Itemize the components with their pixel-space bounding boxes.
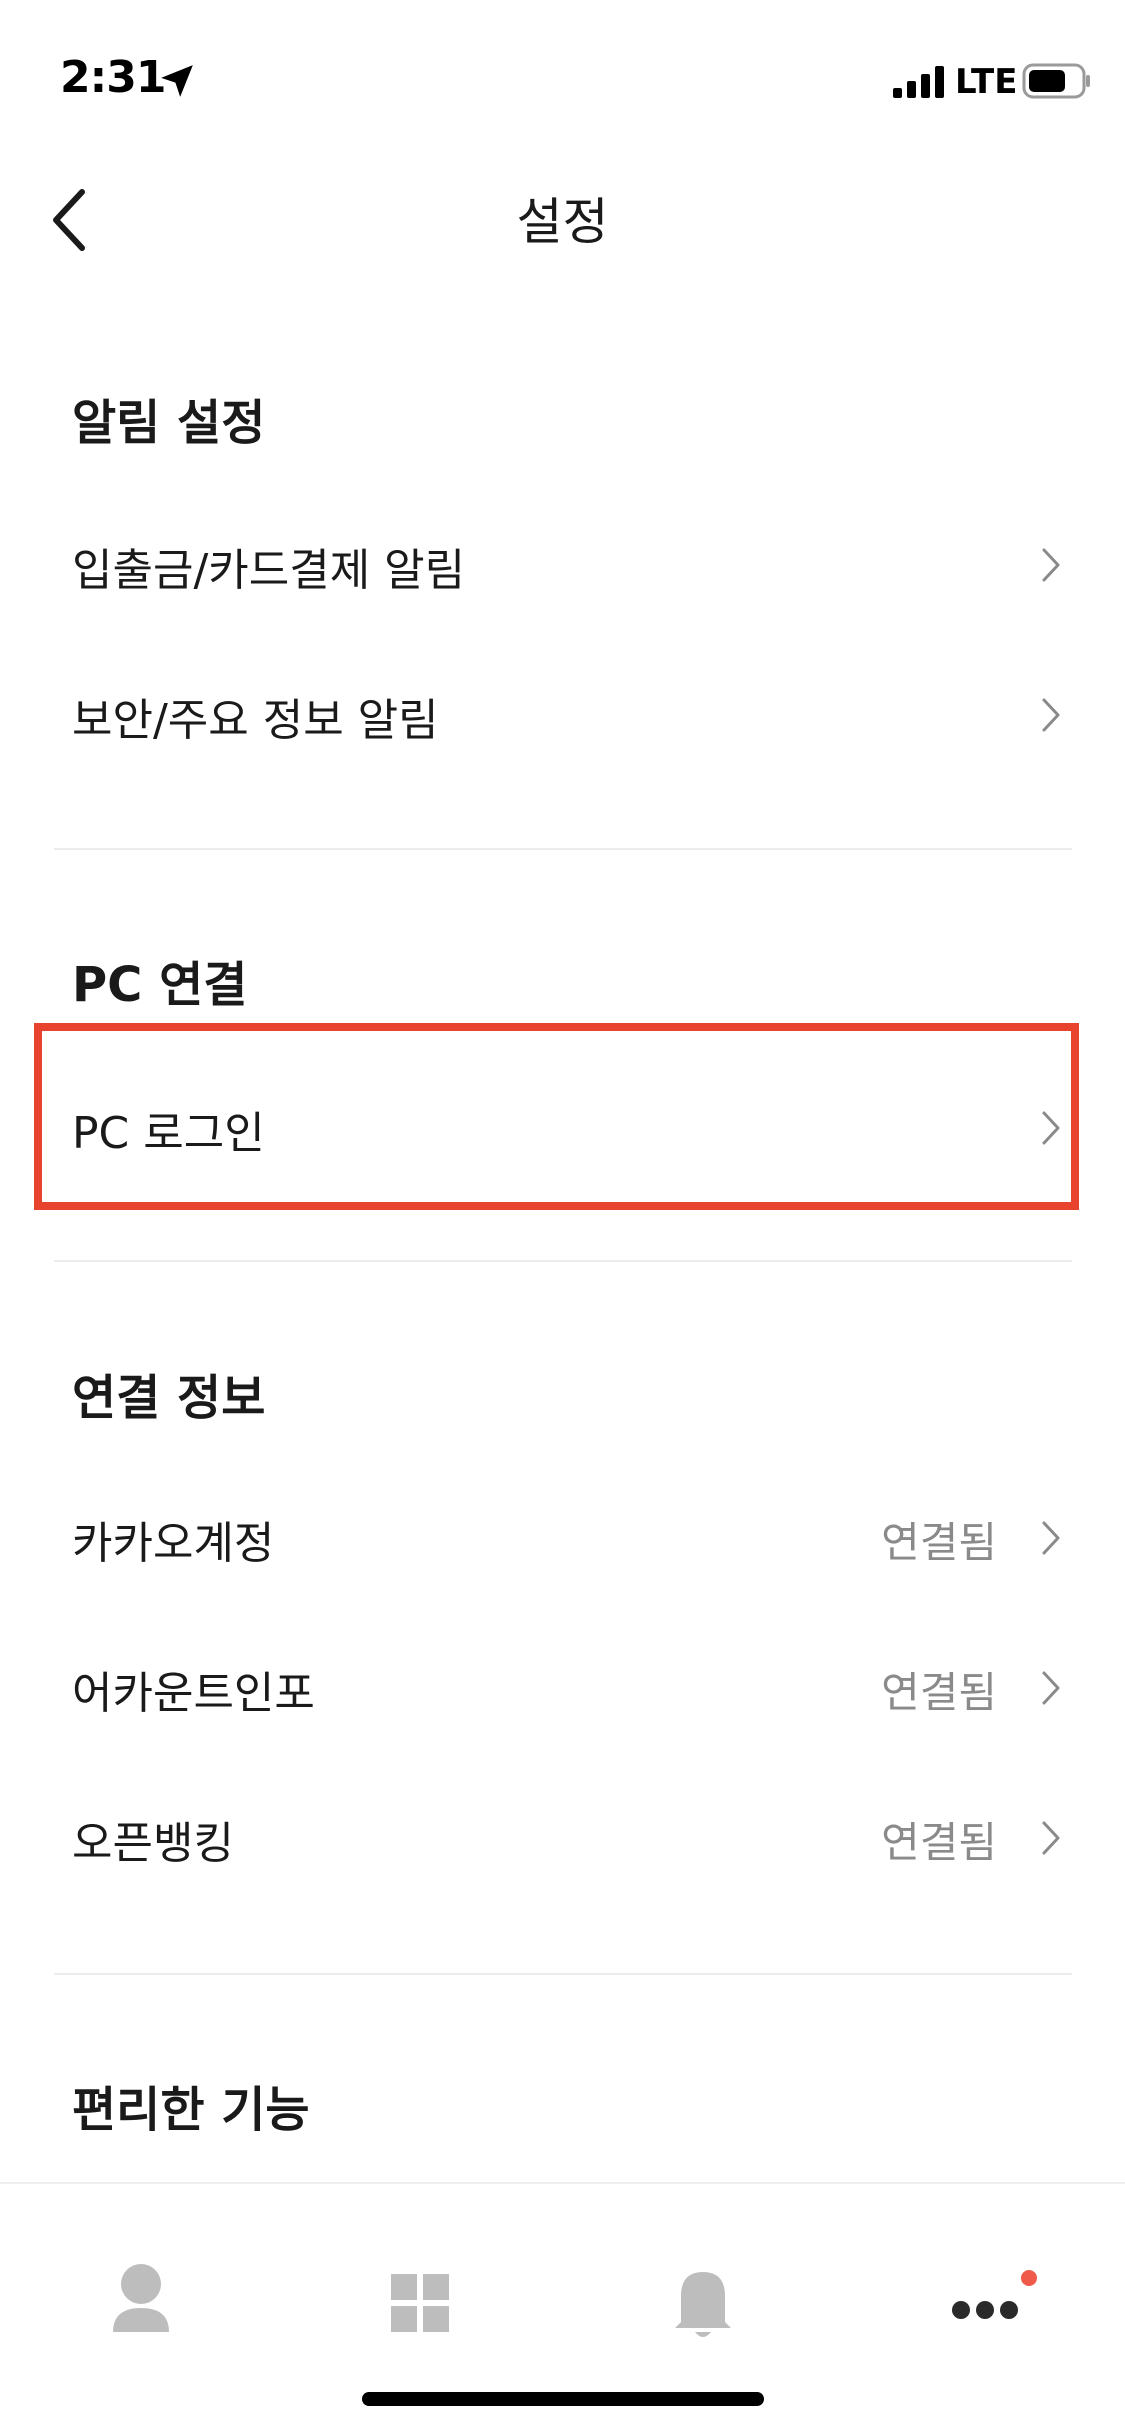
row-label: 입출금/카드결제 알림 (72, 545, 466, 596)
section-title-pc: PC 연결 (72, 957, 248, 1013)
row-label: 카카오계정 (72, 1518, 275, 1569)
grid-icon (391, 2274, 449, 2332)
row-label: 보안/주요 정보 알림 (72, 695, 439, 746)
row-open-banking[interactable]: 오픈뱅킹 연결됨 (0, 1763, 1125, 1913)
section-title-connections: 연결 정보 (72, 1370, 266, 1426)
row-kakao-account[interactable]: 카카오계정 연결됨 (0, 1463, 1125, 1613)
settings-screen: 2:31 LTE 설정 알림 설정 입출금/카드결제 알림 보안/주요 정보 알… (0, 0, 1125, 2436)
tab-profile[interactable] (71, 2234, 211, 2374)
tab-notifications[interactable] (633, 2234, 773, 2374)
section-title-features: 편리한 기능 (72, 2082, 310, 2138)
chevron-right-icon (1042, 1821, 1060, 1855)
status-bar: 2:31 LTE (0, 0, 1125, 150)
tab-apps[interactable] (351, 2234, 491, 2374)
chevron-right-icon (1042, 1671, 1060, 1705)
row-security-alerts[interactable]: 보안/주요 정보 알림 (0, 640, 1125, 790)
connection-status: 연결됨 (881, 1668, 997, 1717)
network-label: LTE (955, 62, 1018, 102)
section-title-notifications: 알림 설정 (72, 395, 266, 451)
row-label: 어카운트인포 (72, 1668, 315, 1719)
highlight-box (34, 1023, 1079, 1210)
chevron-right-icon (1042, 548, 1060, 582)
row-transaction-alerts[interactable]: 입출금/카드결제 알림 (0, 490, 1125, 640)
chevron-right-icon (1042, 1521, 1060, 1555)
section-divider (54, 848, 1072, 850)
status-time: 2:31 (60, 52, 166, 103)
person-icon (113, 2264, 169, 2332)
battery-icon (1022, 63, 1090, 99)
page-title: 설정 (516, 193, 609, 251)
location-arrow-icon (161, 65, 193, 97)
row-account-info[interactable]: 어카운트인포 연결됨 (0, 1613, 1125, 1763)
chevron-right-icon (1042, 698, 1060, 732)
notification-badge (1021, 2270, 1037, 2286)
section-divider (54, 1973, 1072, 1975)
nav-header: 설정 (0, 160, 1125, 270)
bell-icon (675, 2272, 731, 2337)
more-dots-icon (952, 2270, 1037, 2319)
connection-status: 연결됨 (881, 1518, 997, 1567)
section-divider (54, 1260, 1072, 1262)
signal-icon (893, 66, 944, 98)
row-label: 오픈뱅킹 (72, 1818, 234, 1869)
tab-more[interactable] (915, 2234, 1055, 2374)
connection-status: 연결됨 (881, 1818, 997, 1867)
home-indicator (362, 2392, 764, 2406)
